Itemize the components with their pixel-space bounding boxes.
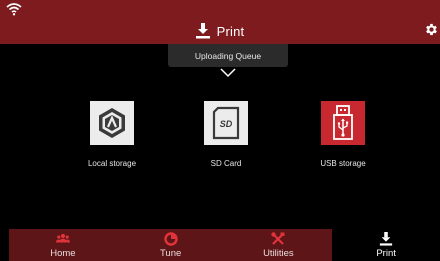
- page-title-group: Print: [0, 20, 440, 42]
- bottom-navbar: Home Tune Utilities Print: [9, 229, 440, 261]
- usb-storage-button[interactable]: USB storage: [293, 101, 393, 168]
- gear-icon[interactable]: [424, 22, 439, 37]
- local-storage-tile[interactable]: [90, 101, 134, 145]
- nav-tune[interactable]: Tune: [117, 229, 225, 261]
- nav-tune-label: Tune: [159, 248, 182, 259]
- download-tray-icon: [380, 232, 393, 246]
- uploading-queue-label: Uploading Queue: [194, 50, 262, 61]
- local-storage-hex-icon: [99, 108, 125, 138]
- wifi-icon: [6, 3, 22, 16]
- header-bar: Print: [0, 0, 440, 44]
- page-title: Print: [216, 23, 245, 39]
- local-storage-label: Local storage: [87, 159, 137, 168]
- tools-icon: [271, 232, 285, 245]
- sd-card-icon: SD: [212, 106, 240, 140]
- svg-text:SD: SD: [220, 119, 233, 129]
- nav-home-label: Home: [50, 248, 76, 259]
- chevron-down-icon[interactable]: [219, 67, 237, 79]
- users-icon: [55, 233, 70, 243]
- nav-print-label: Print: [376, 248, 396, 259]
- sd-card-label: SD Card: [210, 159, 242, 168]
- nav-utilities-label: Utilities: [263, 248, 294, 259]
- nav-home[interactable]: Home: [9, 229, 117, 261]
- sd-card-tile[interactable]: SD: [204, 101, 248, 145]
- download-tray-icon: [195, 23, 210, 39]
- tune-pie-icon: [163, 232, 178, 246]
- usb-icon: [333, 105, 353, 140]
- usb-storage-tile[interactable]: [321, 101, 365, 145]
- usb-storage-label: USB storage: [320, 159, 366, 168]
- nav-print[interactable]: Print: [332, 229, 440, 261]
- local-storage-button[interactable]: Local storage: [62, 101, 162, 168]
- nav-utilities[interactable]: Utilities: [225, 229, 333, 261]
- sd-card-button[interactable]: SD SD Card: [176, 101, 276, 168]
- uploading-queue-panel[interactable]: Uploading Queue: [168, 44, 288, 67]
